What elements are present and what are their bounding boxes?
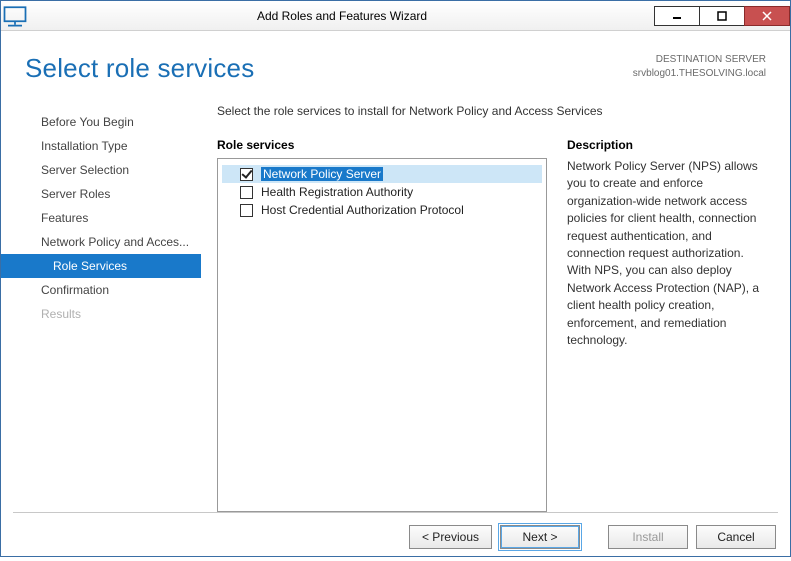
- list-item[interactable]: Health Registration Authority: [222, 183, 542, 201]
- nav-item[interactable]: Server Selection: [1, 158, 201, 182]
- footer: < Previous Next > Install Cancel: [1, 513, 790, 561]
- checkbox-icon[interactable]: [240, 204, 253, 217]
- nav-item[interactable]: Before You Begin: [1, 110, 201, 134]
- nav-item[interactable]: Features: [1, 206, 201, 230]
- install-button[interactable]: Install: [608, 525, 688, 549]
- minimize-button[interactable]: [654, 6, 700, 26]
- list-item-label: Health Registration Authority: [261, 185, 413, 199]
- list-item-label: Network Policy Server: [261, 167, 383, 181]
- role-services-header: Role services: [217, 138, 547, 152]
- checkbox-icon[interactable]: [240, 186, 253, 199]
- destination-server: DESTINATION SERVER srvblog01.THESOLVING.…: [633, 53, 766, 81]
- instruction-text: Select the role services to install for …: [217, 104, 770, 118]
- destination-value: srvblog01.THESOLVING.local: [633, 67, 766, 81]
- wizard-nav: Before You BeginInstallation TypeServer …: [1, 100, 201, 512]
- nav-item[interactable]: Server Roles: [1, 182, 201, 206]
- maximize-button[interactable]: [699, 6, 745, 26]
- list-item[interactable]: Host Credential Authorization Protocol: [222, 201, 542, 219]
- checkbox-icon[interactable]: [240, 168, 253, 181]
- window-title: Add Roles and Features Wizard: [29, 9, 655, 23]
- nav-item[interactable]: Network Policy and Acces...: [1, 230, 201, 254]
- description-text: Network Policy Server (NPS) allows you t…: [567, 158, 770, 349]
- destination-label: DESTINATION SERVER: [633, 53, 766, 67]
- list-item-label: Host Credential Authorization Protocol: [261, 203, 464, 217]
- header: Select role services DESTINATION SERVER …: [1, 31, 790, 92]
- nav-item[interactable]: Confirmation: [1, 278, 201, 302]
- title-bar: Add Roles and Features Wizard: [1, 1, 790, 31]
- list-item[interactable]: Network Policy Server: [222, 165, 542, 183]
- close-button[interactable]: [744, 6, 790, 26]
- description-header: Description: [567, 138, 770, 152]
- role-services-list[interactable]: Network Policy Server Health Registration…: [217, 158, 547, 512]
- nav-item: Results: [1, 302, 201, 326]
- cancel-button[interactable]: Cancel: [696, 525, 776, 549]
- nav-item[interactable]: Role Services: [1, 254, 201, 278]
- previous-button[interactable]: < Previous: [409, 525, 492, 549]
- page-title: Select role services: [25, 53, 254, 84]
- next-button[interactable]: Next >: [500, 525, 580, 549]
- nav-item[interactable]: Installation Type: [1, 134, 201, 158]
- server-manager-icon: [1, 2, 29, 30]
